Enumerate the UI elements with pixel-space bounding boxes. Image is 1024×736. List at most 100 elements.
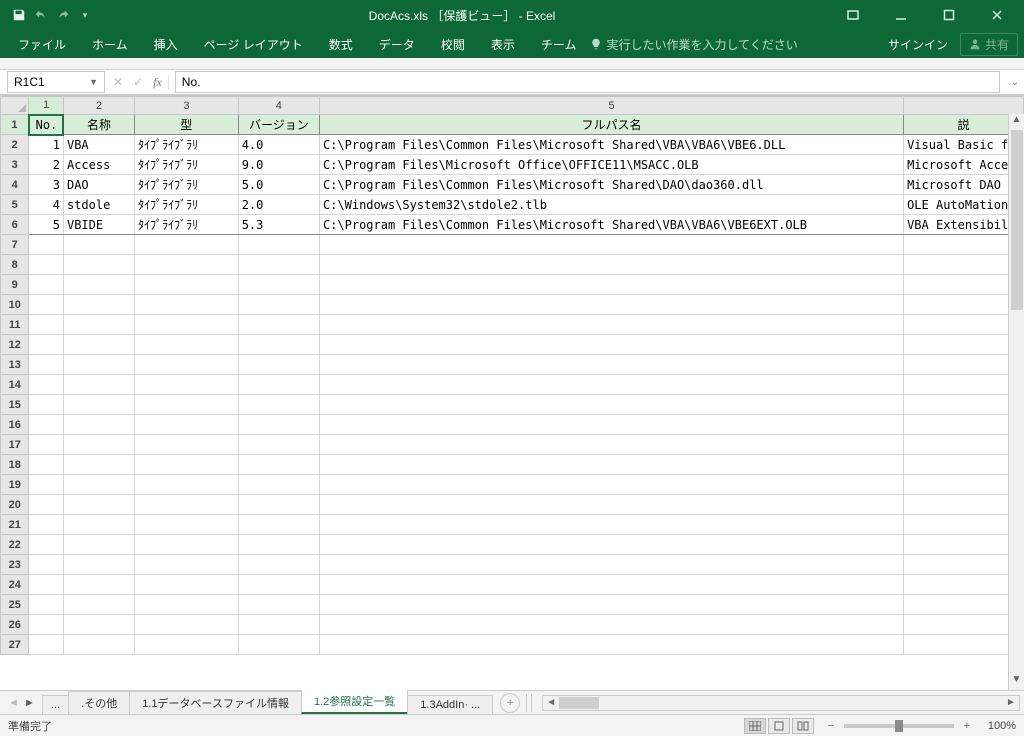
row-header[interactable]: 3	[1, 155, 29, 175]
cell[interactable]	[135, 255, 239, 275]
col-header[interactable]: 5	[319, 97, 903, 115]
cell[interactable]	[238, 595, 319, 615]
scroll-left-icon[interactable]: ◄	[543, 697, 559, 708]
cell[interactable]	[904, 535, 1024, 555]
cell[interactable]	[319, 635, 903, 655]
cell[interactable]	[319, 575, 903, 595]
col-header[interactable]: 3	[135, 97, 239, 115]
zoom-slider[interactable]	[844, 724, 954, 728]
cell[interactable]	[29, 535, 64, 555]
row-header[interactable]: 10	[1, 295, 29, 315]
row-header[interactable]: 1	[1, 115, 29, 135]
cell[interactable]	[29, 415, 64, 435]
cell[interactable]: Microsoft DAO	[904, 175, 1024, 195]
cell[interactable]	[319, 255, 903, 275]
col-header[interactable]: 1	[29, 97, 64, 115]
cell[interactable]	[238, 515, 319, 535]
cell[interactable]: Access	[63, 155, 134, 175]
row-header[interactable]: 27	[1, 635, 29, 655]
sheet-tab[interactable]: 1.2参照設定一覧	[301, 689, 408, 714]
cell[interactable]	[135, 295, 239, 315]
cell[interactable]	[904, 375, 1024, 395]
tab-view[interactable]: 表示	[479, 32, 527, 57]
cell[interactable]: VBIDE	[63, 215, 134, 235]
cell[interactable]	[238, 395, 319, 415]
row-header[interactable]: 13	[1, 355, 29, 375]
cell[interactable]	[29, 595, 64, 615]
name-box[interactable]: R1C1 ▼	[7, 71, 105, 93]
cell[interactable]: 2	[29, 155, 64, 175]
cell[interactable]	[63, 615, 134, 635]
row-header[interactable]: 9	[1, 275, 29, 295]
cell[interactable]: 5	[29, 215, 64, 235]
cell[interactable]	[63, 335, 134, 355]
sheet-tab-overflow[interactable]: ...	[42, 695, 69, 714]
cell[interactable]	[63, 495, 134, 515]
cell[interactable]: ﾀｲﾌﾟﾗｲﾌﾞﾗﾘ	[135, 135, 239, 155]
tab-next-icon[interactable]: ►	[24, 697, 34, 709]
cell[interactable]	[238, 275, 319, 295]
cell[interactable]	[904, 555, 1024, 575]
header-cell[interactable]: 説	[904, 115, 1024, 135]
signin-button[interactable]: サインイン	[878, 32, 958, 57]
cell[interactable]	[63, 595, 134, 615]
cell[interactable]	[135, 415, 239, 435]
cell[interactable]	[29, 355, 64, 375]
cell[interactable]: ﾀｲﾌﾟﾗｲﾌﾞﾗﾘ	[135, 175, 239, 195]
row-header[interactable]: 11	[1, 315, 29, 335]
cell[interactable]: 9.0	[238, 155, 319, 175]
cell[interactable]	[29, 335, 64, 355]
header-cell[interactable]: No.	[29, 115, 64, 135]
cell[interactable]	[29, 275, 64, 295]
cell[interactable]	[319, 535, 903, 555]
zoom-out-button[interactable]: −	[824, 720, 838, 732]
cell[interactable]	[319, 455, 903, 475]
page-break-view-icon[interactable]	[792, 718, 814, 734]
worksheet-grid[interactable]: 123451No.名称型バージョンフルパス名説21VBAﾀｲﾌﾟﾗｲﾌﾞﾗﾘ4.…	[0, 96, 1024, 690]
col-header[interactable]: 4	[238, 97, 319, 115]
cell[interactable]: Visual Basic f	[904, 135, 1024, 155]
zoom-in-button[interactable]: +	[960, 720, 974, 732]
cell[interactable]	[904, 575, 1024, 595]
cell[interactable]	[29, 255, 64, 275]
header-cell[interactable]: フルパス名	[319, 115, 903, 135]
cell[interactable]	[29, 395, 64, 415]
cell[interactable]	[135, 475, 239, 495]
cell[interactable]	[904, 255, 1024, 275]
tab-layout[interactable]: ページ レイアウト	[192, 32, 315, 57]
cell[interactable]	[319, 295, 903, 315]
cell[interactable]	[135, 535, 239, 555]
undo-icon[interactable]	[32, 6, 50, 24]
row-header[interactable]: 22	[1, 535, 29, 555]
cell[interactable]	[63, 515, 134, 535]
cell[interactable]: 5.0	[238, 175, 319, 195]
cell[interactable]	[29, 235, 64, 255]
cell[interactable]	[904, 615, 1024, 635]
cell[interactable]	[135, 515, 239, 535]
row-header[interactable]: 5	[1, 195, 29, 215]
cell[interactable]: C:\Program Files\Common Files\Microsoft …	[319, 215, 903, 235]
cell[interactable]	[135, 495, 239, 515]
cell[interactable]	[63, 555, 134, 575]
cell[interactable]	[238, 455, 319, 475]
chevron-down-icon[interactable]: ▼	[89, 77, 98, 87]
cell[interactable]	[904, 515, 1024, 535]
cell[interactable]	[904, 495, 1024, 515]
cell[interactable]	[63, 375, 134, 395]
cell[interactable]	[135, 595, 239, 615]
cell[interactable]	[319, 495, 903, 515]
cell[interactable]	[135, 355, 239, 375]
cell[interactable]	[319, 515, 903, 535]
cell[interactable]	[904, 415, 1024, 435]
scroll-thumb[interactable]	[1011, 130, 1023, 310]
cell[interactable]	[29, 295, 64, 315]
cell[interactable]: DAO	[63, 175, 134, 195]
save-icon[interactable]	[10, 6, 28, 24]
cell[interactable]: stdole	[63, 195, 134, 215]
tab-first-icon[interactable]: ◄	[8, 697, 18, 709]
cell[interactable]	[238, 315, 319, 335]
cell[interactable]	[29, 475, 64, 495]
sheet-tab[interactable]: .その他	[68, 691, 130, 714]
cell[interactable]	[904, 315, 1024, 335]
row-header[interactable]: 17	[1, 435, 29, 455]
